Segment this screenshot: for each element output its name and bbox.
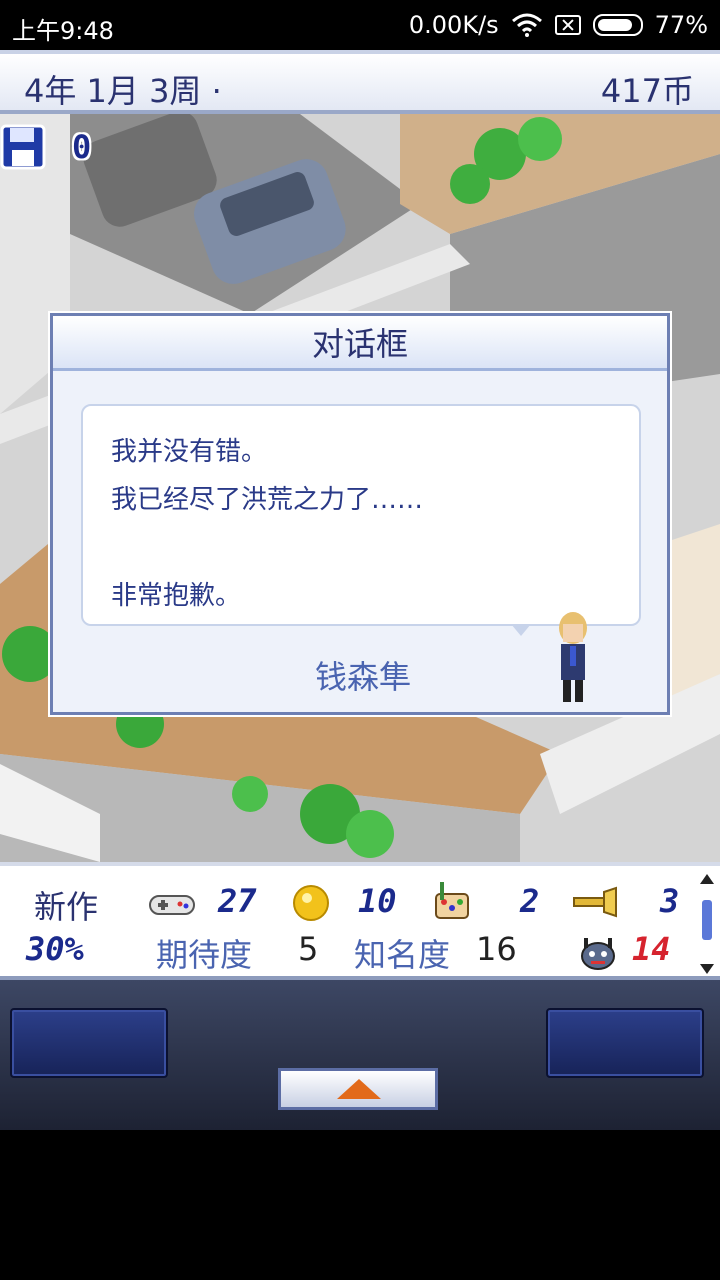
dialog-line — [111, 524, 611, 572]
expectation-value: 5 — [298, 930, 319, 968]
fame-label: 知名度 — [354, 936, 451, 974]
dialog-line: 非常抱歉。 — [111, 581, 242, 611]
dialog-title: 对话框 — [53, 316, 667, 371]
dialog-line: 我已经尽了洪荒之力了…… — [111, 485, 424, 515]
game-info-bar: 4年 1月 3周 · 417币 — [0, 50, 720, 114]
expand-menu-button[interactable] — [278, 1068, 438, 1110]
no-sim-icon — [554, 15, 581, 35]
speech-bubble-tail — [511, 624, 531, 636]
scroll-thumb[interactable] — [702, 900, 712, 940]
clock: 上午9:48 — [12, 17, 114, 45]
development-progress: 30% — [26, 930, 84, 968]
trumpet-icon — [573, 886, 617, 918]
dialog-line: 我并没有错。 — [111, 437, 268, 467]
stats-scrollbar[interactable] — [700, 874, 714, 974]
controller-stat: 27 — [218, 882, 257, 920]
bug-stat: 14 — [632, 930, 671, 968]
paint-stat: 2 — [520, 882, 540, 920]
right-menu-button[interactable] — [546, 1008, 704, 1078]
speech-bubble: 我并没有错。 我已经尽了洪荒之力了…… 非常抱歉。 — [81, 404, 641, 626]
coin-stat: 10 — [358, 882, 397, 920]
arrow-up-icon — [337, 1079, 381, 1099]
wifi-icon — [511, 13, 542, 37]
fame-value: 16 — [476, 930, 517, 968]
bug-monster-icon — [581, 938, 615, 970]
battery-percent: 77% — [654, 11, 708, 39]
scroll-up-icon[interactable] — [700, 874, 714, 884]
game-date: 4年 1月 3周 · — [24, 72, 222, 110]
network-speed: 0.00K/s — [408, 11, 499, 39]
new-game-label: 新作 — [34, 888, 99, 926]
paint-palette-icon — [435, 882, 469, 919]
stats-panel[interactable]: 新作 30% 27 10 2 3 期待度 5 知名度 16 14 — [0, 862, 720, 980]
status-icons: 0.00K/s 77% — [409, 11, 708, 39]
expectation-label: 期待度 — [156, 936, 253, 974]
coin-icon — [293, 885, 329, 921]
battery-icon — [592, 14, 643, 36]
left-menu-button[interactable] — [10, 1008, 168, 1078]
character-portrait — [559, 612, 587, 702]
save-count: 0 — [72, 128, 92, 166]
trumpet-stat: 3 — [660, 882, 680, 920]
controller-icon — [149, 895, 195, 915]
system-status-bar: 上午9:48 0.00K/s 77% — [0, 0, 720, 50]
control-bar — [0, 980, 720, 1130]
money-display: 417币 — [600, 72, 694, 110]
scroll-down-icon[interactable] — [700, 964, 714, 974]
floppy-disk-icon[interactable] — [0, 124, 46, 170]
dialog-box[interactable]: 对话框 我并没有错。 我已经尽了洪荒之力了…… 非常抱歉。 钱森隼 — [50, 313, 670, 715]
